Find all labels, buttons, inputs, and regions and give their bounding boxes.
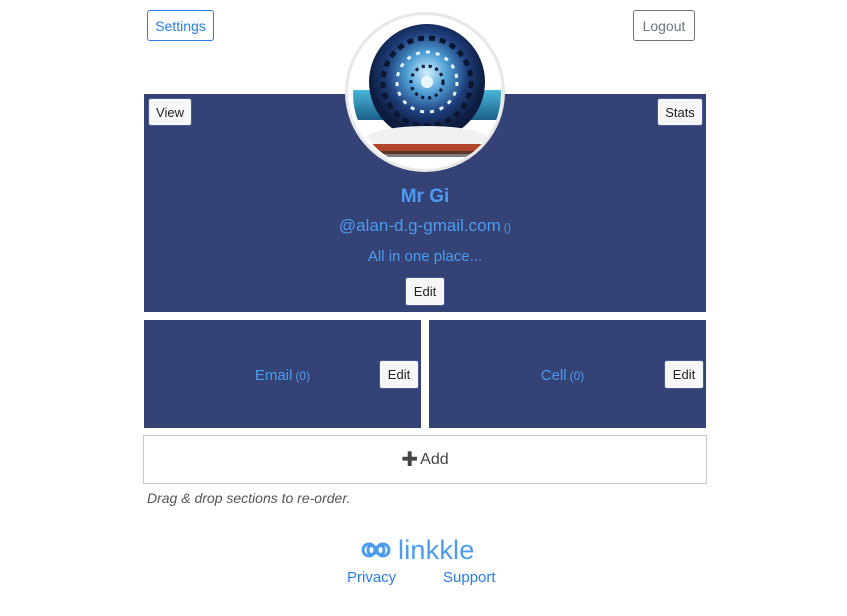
edit-profile-button[interactable]: Edit [405, 277, 445, 306]
section-label: Email [254, 367, 293, 384]
section-count: (0) [569, 369, 585, 383]
profile-tagline: All in one place... [367, 248, 483, 265]
section-count: (0) [295, 369, 311, 383]
brand-name: linkkle [398, 534, 475, 565]
edit-email-button[interactable]: Edit [379, 360, 419, 389]
add-section-button[interactable]: ✚ Add [143, 435, 707, 484]
privacy-link[interactable]: Privacy [347, 569, 396, 586]
infinity-icon [361, 542, 391, 558]
section-label: Cell [540, 367, 567, 384]
handle-count: () [503, 222, 512, 234]
stats-button[interactable]: Stats [657, 98, 703, 126]
handle-text: @alan-d.g-gmail.com [338, 216, 501, 235]
plus-icon: ✚ [401, 448, 419, 471]
edit-cell-button[interactable]: Edit [664, 360, 704, 389]
logout-button[interactable]: Logout [633, 10, 695, 41]
reorder-hint: Drag & drop sections to re-order. [147, 490, 351, 506]
cell-section-title: Cell (0) [424, 367, 701, 384]
brand-logo[interactable]: linkkle [360, 532, 500, 568]
avatar[interactable] [345, 12, 505, 172]
add-label: Add [420, 450, 449, 468]
profile-handle: @alan-d.g-gmail.com() [144, 216, 706, 236]
avatar-image [353, 20, 501, 168]
profile-name: Mr Gi [400, 186, 450, 207]
settings-button[interactable]: Settings [147, 10, 214, 41]
support-link[interactable]: Support [443, 569, 496, 586]
view-button[interactable]: View [148, 98, 192, 126]
